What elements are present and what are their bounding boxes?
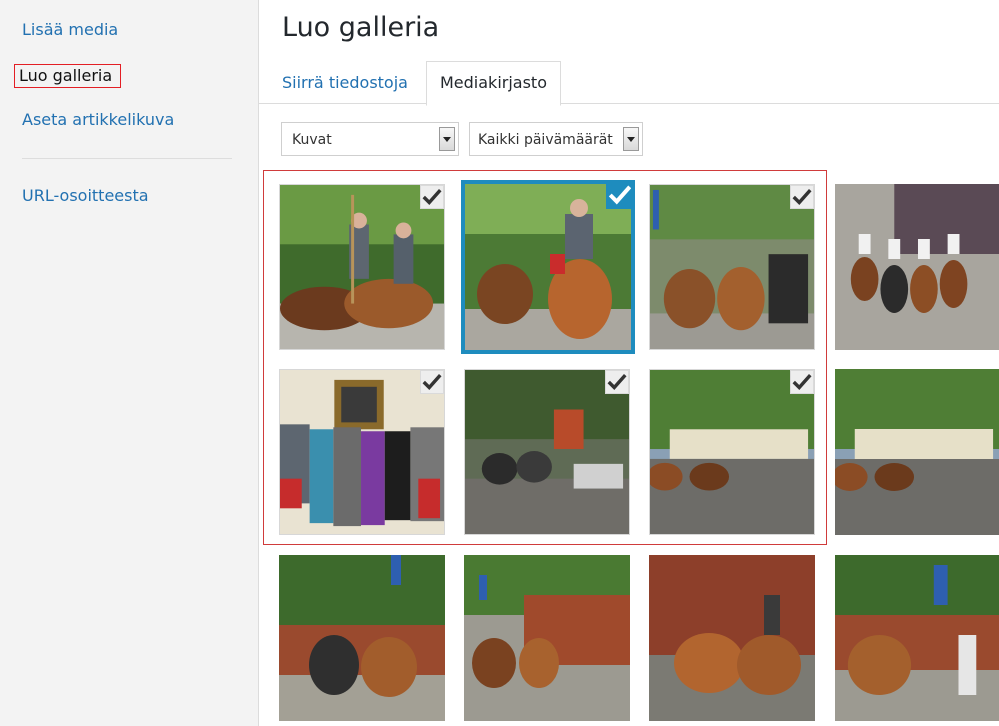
checkmark-icon (792, 373, 812, 391)
sidebar-item-create-gallery[interactable]: Luo galleria (14, 64, 122, 88)
tabs-divider (258, 103, 999, 104)
selection-check-button[interactable] (790, 185, 814, 209)
selection-check-button[interactable] (606, 184, 631, 209)
media-sidebar: Lisää media Luo galleria Aseta artikkeli… (0, 0, 259, 726)
sidebar-item-insert-from-url[interactable]: URL-osoitteesta (22, 186, 149, 205)
checkmark-icon (608, 185, 631, 205)
tab-media-library[interactable]: Mediakirjasto (426, 61, 561, 106)
page-title: Luo galleria (282, 12, 440, 43)
courtyard-riders-photo (835, 369, 999, 535)
riders-building-photo (464, 555, 630, 721)
parade-street-photo (650, 185, 814, 349)
attachment-thumbnail[interactable] (279, 184, 445, 350)
date-filter-value: Kaikki päivämäärät (478, 132, 613, 148)
attachment-thumbnail[interactable] (835, 369, 999, 535)
chevron-down-icon (623, 127, 639, 151)
tab-upload-files[interactable]: Siirrä tiedostoja (282, 62, 408, 103)
courtyard-riders-photo (650, 370, 814, 534)
riders-flag-photo (835, 555, 999, 721)
checkmark-icon (422, 188, 442, 206)
selection-check-button[interactable] (605, 370, 629, 394)
attachment-thumbnail-focused[interactable] (461, 180, 635, 354)
attachment-thumbnail[interactable] (835, 184, 999, 350)
parade-crowd-photo (835, 184, 999, 350)
checkmark-icon (792, 188, 812, 206)
attachment-thumbnail[interactable] (649, 369, 815, 535)
evening-riders-photo (465, 370, 629, 534)
attachment-thumbnail[interactable] (464, 555, 630, 721)
sidebar-divider (22, 158, 232, 159)
selection-check-button[interactable] (790, 370, 814, 394)
checkmark-icon (422, 373, 442, 391)
riders-brick-wall-photo (649, 555, 815, 721)
checkmark-icon (607, 373, 627, 391)
horse-riders-photo (280, 185, 444, 349)
sidebar-item-add-media[interactable]: Lisää media (22, 20, 118, 39)
attachment-thumbnail[interactable] (649, 184, 815, 350)
attachment-thumbnail[interactable] (649, 555, 815, 721)
attachment-thumbnail[interactable] (279, 555, 445, 721)
group-portrait-photo (280, 370, 444, 534)
sidebar-item-featured-image[interactable]: Aseta artikkelikuva (22, 110, 174, 129)
attachment-thumbnail[interactable] (464, 369, 630, 535)
chevron-down-icon (439, 127, 455, 151)
selection-check-button[interactable] (420, 370, 444, 394)
media-type-filter[interactable]: Kuvat (281, 122, 459, 156)
attachment-thumbnail[interactable] (279, 369, 445, 535)
attachment-thumbnail[interactable] (835, 555, 999, 721)
date-filter[interactable]: Kaikki päivämäärät (469, 122, 643, 156)
flag-bearer-photo (279, 555, 445, 721)
selection-check-button[interactable] (420, 185, 444, 209)
media-type-filter-value: Kuvat (292, 132, 332, 148)
